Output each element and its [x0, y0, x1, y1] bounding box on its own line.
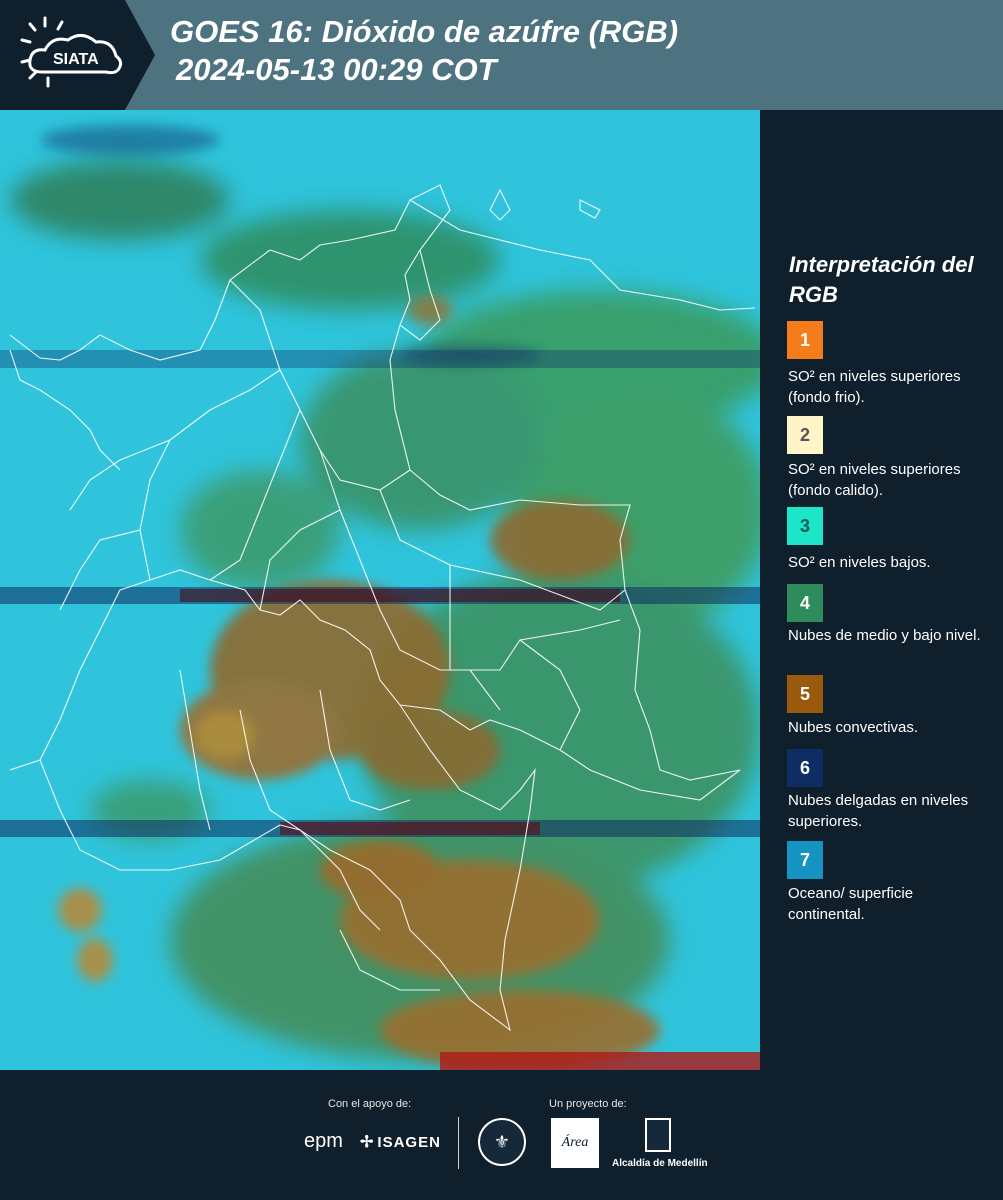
footer-divider [458, 1117, 459, 1169]
isagen-logo[interactable]: ✢ ISAGEN [360, 1132, 441, 1152]
legend-label-6: Nubes delgadas en niveles superiores. [788, 792, 969, 830]
medellin-seal-icon[interactable]: ⚜ [478, 1118, 526, 1166]
legend-swatch-number: 5 [799, 683, 810, 704]
page-title: GOES 16: Dióxido de azúfre (RGB) [170, 14, 679, 49]
legend-label-4: Nubes de medio y bajo nivel. [788, 627, 981, 644]
satellite-map[interactable] [0, 110, 760, 1070]
legend-title: Interpretación del RGB [789, 252, 974, 307]
legend-swatch-number: 3 [799, 515, 810, 536]
legend-swatch-number: 2 [799, 424, 810, 445]
epm-logo[interactable]: epm [304, 1130, 343, 1153]
legend-swatch-1: 1 [787, 321, 823, 359]
legend-swatch-4: 4 [787, 584, 823, 622]
legend-swatch-2: 2 [787, 416, 823, 454]
alcaldia-shield-icon[interactable] [645, 1118, 671, 1152]
legend-label-2: SO² en niveles superiores (fondo calido)… [788, 461, 961, 499]
siata-logo-text: SIATA [53, 51, 99, 68]
alcaldia-logo-label[interactable]: Alcaldía de Medellín [612, 1158, 708, 1169]
support-caption: Con el apoyo de: [328, 1098, 412, 1110]
legend-label-3: SO² en niveles bajos. [788, 554, 931, 571]
legend-swatch-6: 6 [787, 749, 823, 787]
timestamp: 2024-05-13 00:29 COT [176, 52, 497, 87]
legend-swatch-number: 6 [799, 757, 810, 778]
footer: Con el apoyo de: Un proyecto de: epm ✢ IS… [0, 1070, 1003, 1200]
legend-label-7: Oceano/ superficie continental. [788, 885, 914, 923]
project-caption: Un proyecto de: [549, 1098, 627, 1110]
isagen-logo-text: ISAGEN [377, 1134, 441, 1151]
legend-swatch-5: 5 [787, 675, 823, 713]
legend-swatch-number: 1 [799, 329, 810, 350]
legend-swatch-3: 3 [787, 507, 823, 545]
area-metropolitana-logo[interactable]: Área [551, 1118, 599, 1168]
legend-label-1: SO² en niveles superiores (fondo frio). [788, 368, 961, 406]
header-bar: SIATA GOES 16: Dióxido de azúfre (RGB) 2… [0, 0, 1003, 110]
legend-panel: Interpretación del RGB 1 SO² en niveles … [760, 110, 1003, 1070]
siata-logo[interactable]: SIATA [0, 0, 155, 110]
legend-swatch-number: 7 [799, 849, 810, 870]
legend-label-5: Nubes convectivas. [788, 719, 919, 736]
legend-swatch-7: 7 [787, 841, 823, 879]
isagen-mark-icon: ✢ [360, 1134, 375, 1151]
legend-swatch-number: 4 [799, 592, 810, 613]
